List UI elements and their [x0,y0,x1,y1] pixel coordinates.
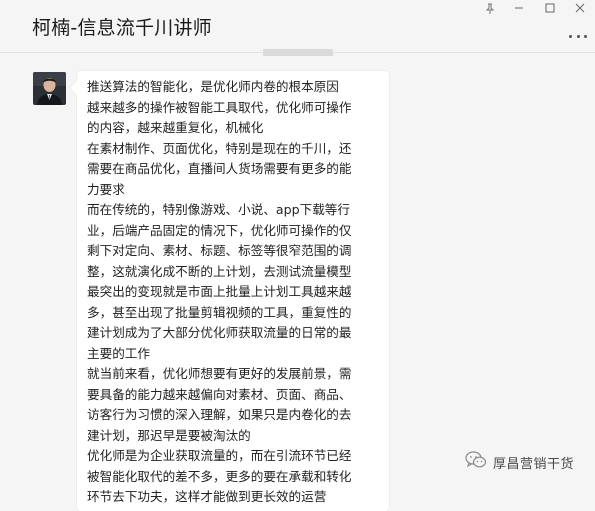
title-bar: 柯楠-信息流千川讲师 [0,0,595,53]
watermark-text: 厚昌营销干货 [493,456,575,472]
message-bubble[interactable]: 推送算法的智能化，是优化师内卷的根本原因 越来越多的操作被智能工具取代，优化师可… [77,71,389,511]
wechat-icon [465,451,487,473]
message-line: 业，后端产品固定的情况下，优化师可操作的仅 [87,222,352,238]
message-line: 主要的工作 [87,345,150,361]
minimize-icon[interactable] [506,0,532,16]
message-line: 整，这就演化成不断的上计划，去测试流量模型 [87,263,352,279]
watermark: 厚昌营销干货 [465,451,575,473]
message-text: 推送算法的智能化，是优化师内卷的根本原因 越来越多的操作被智能工具取代，优化师可… [77,71,383,508]
more-icon[interactable] [569,33,587,39]
message-line: 环节去下功夫，这样才能做到更长效的运营 [87,489,327,504]
message-line: 就当前来看，优化师想要有更好的发展前景，需 [87,366,352,381]
avatar[interactable] [33,72,66,105]
message-line: 剩下对定向、素材、标题、标签等很窄范围的调 [87,243,352,258]
message-line: 建计划，那迟早是要被淘汰的 [87,427,251,443]
message-line: 推送算法的智能化，是优化师内卷的根本原因 [87,79,339,94]
close-icon[interactable] [567,0,593,16]
message-line: 最突出的变现就是市面上批量上计划工具越来越 [87,284,352,299]
message-line: 被智能化取代的差不多，更多的要在承载和转化 [87,468,352,484]
chat-title: 柯楠-信息流千川讲师 [32,17,212,39]
message-line: 要具备的能力越来越偏向对素材、页面、商品、 [87,386,352,402]
message-line: 在素材制作、页面优化，特别是现在的千川，还 [87,140,352,156]
message-line: 需要在商品优化，直播间人货场需要有更多的能 [87,161,352,176]
message-line: 力要求 [87,181,125,197]
message-line: 越来越多的操作被智能工具取代，优化师可操作 [87,99,352,115]
message-line: 的内容，越来越重复化，机械化 [87,120,264,135]
message-line: 访客行为习惯的深入理解，如果只是内卷化的去 [87,407,352,422]
maximize-icon[interactable] [537,0,563,16]
message-line: 优化师是为企业获取流量的，而在引流环节已经 [87,448,352,463]
message-line: 而在传统的，特别像游戏、小说、app下载等行 [87,202,350,217]
timestamp-chip [263,49,333,56]
message-line: 多，甚至出现了批量剪辑视频的工具，重复性的 [87,304,352,320]
pin-icon[interactable] [477,0,503,16]
message-line: 建计划成为了大部分优化师获取流量的日常的最 [87,325,352,340]
